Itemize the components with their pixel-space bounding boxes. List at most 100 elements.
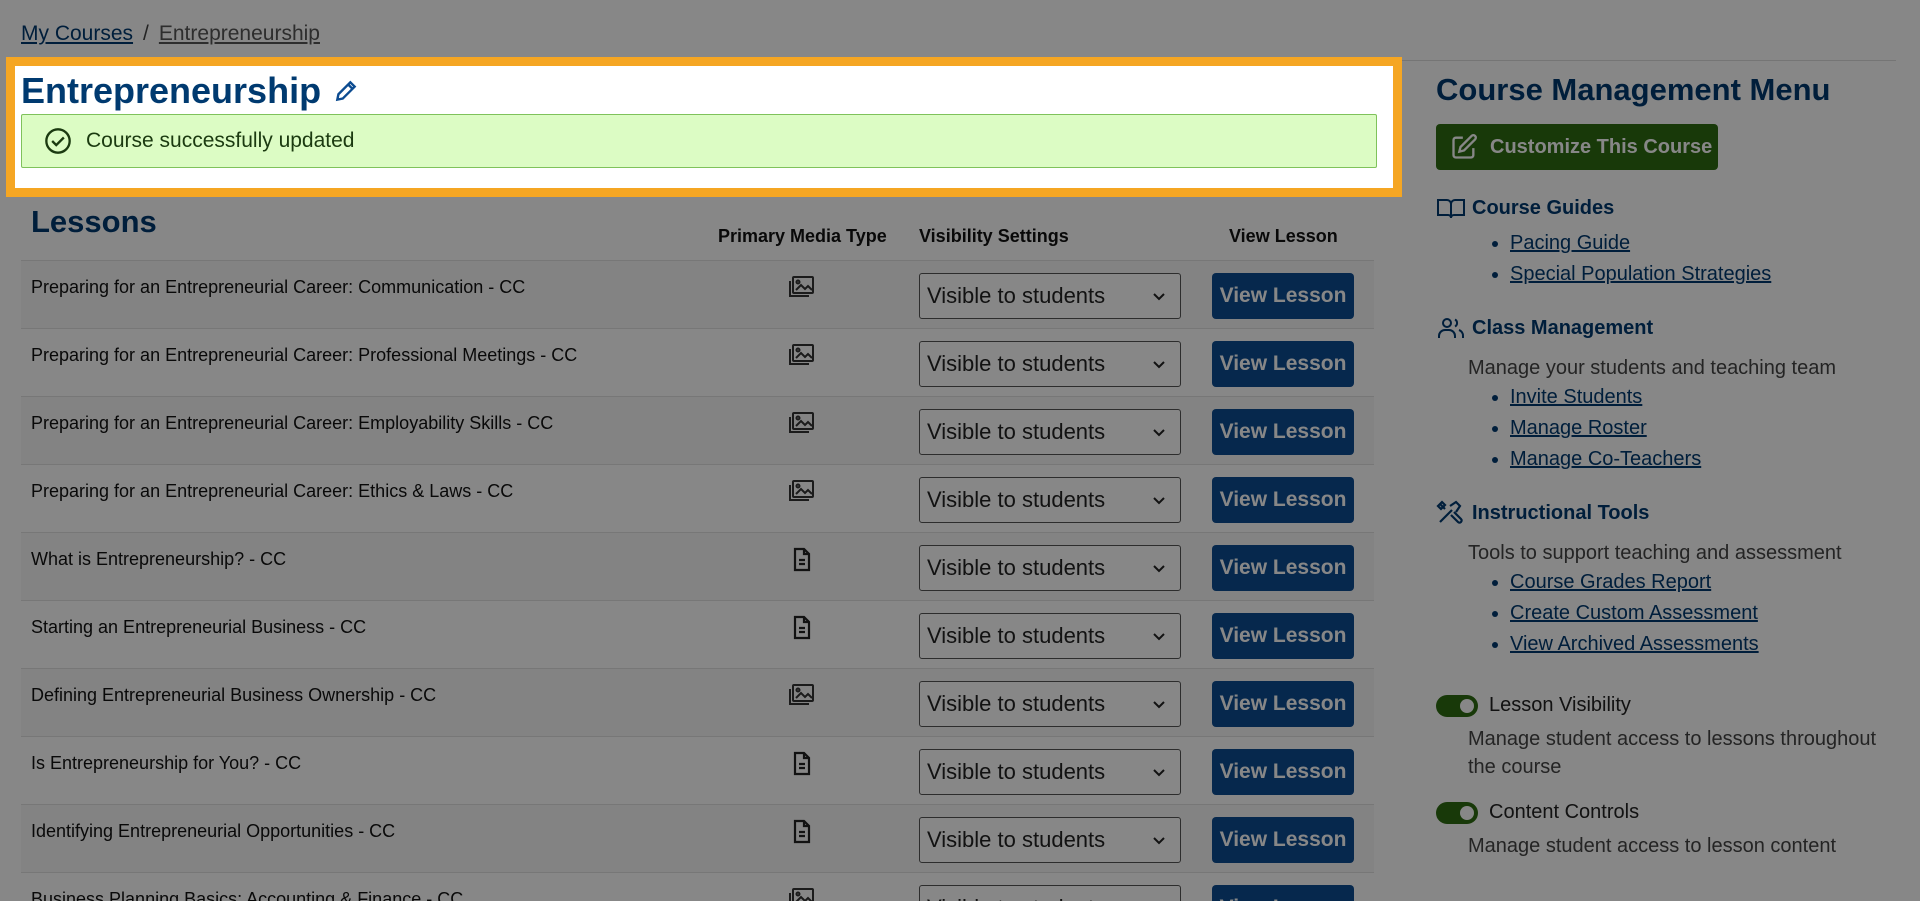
- slides-icon: [787, 343, 815, 369]
- open-book-icon: [1437, 199, 1465, 219]
- lesson-visibility-description: Manage student access to lessons through…: [1468, 728, 1877, 778]
- visibility-value: Visible to students: [927, 623, 1106, 648]
- content-controls-description: Manage student access to lesson content: [1468, 835, 1837, 857]
- lesson-row: What is Entrepreneurship? - CC Visible to…: [21, 532, 1374, 600]
- document-icon: [787, 819, 815, 845]
- lesson-row: Is Entrepreneurship for You? - CC Visible…: [21, 736, 1374, 804]
- slides-icon: [787, 887, 815, 901]
- check-circle-icon: [45, 128, 71, 154]
- view-lesson-button[interactable]: View Lesson: [1212, 885, 1354, 901]
- chevron-down-icon: [1153, 293, 1165, 301]
- lesson-row: Defining Entrepreneurial Business Owners…: [21, 668, 1374, 736]
- visibility-select[interactable]: Visible to students: [919, 681, 1181, 727]
- lesson-name: Starting an Entrepreneurial Business - C…: [31, 617, 367, 637]
- column-header-view: View Lesson: [1229, 226, 1338, 246]
- lesson-row: Business Planning Basics: Accounting & F…: [21, 872, 1374, 901]
- view-lesson-button[interactable]: View Lesson: [1212, 817, 1354, 863]
- lesson-name: What is Entrepreneurship? - CC: [31, 549, 287, 569]
- visibility-value: Visible to students: [927, 487, 1106, 512]
- edit-pencil-icon[interactable]: [333, 78, 359, 104]
- class-management-heading: Class Management: [1472, 316, 1654, 339]
- lesson-row: Preparing for an Entrepreneurial Career:…: [21, 328, 1374, 396]
- lesson-row: Identifying Entrepreneurial Opportunitie…: [21, 804, 1374, 872]
- chevron-down-icon: [1153, 361, 1165, 369]
- view-lesson-button[interactable]: View Lesson: [1212, 273, 1354, 319]
- chevron-down-icon: [1153, 565, 1165, 573]
- visibility-value: Visible to students: [927, 827, 1106, 852]
- lesson-visibility-toggle[interactable]: [1436, 694, 1478, 717]
- content-controls-section: Content Controls Manage student access t…: [1436, 801, 1906, 860]
- pacing-guide-link[interactable]: Pacing Guide: [1510, 232, 1630, 254]
- slides-icon: [787, 411, 815, 437]
- lesson-row: Starting an Entrepreneurial Business - C…: [21, 600, 1374, 668]
- view-lesson-button[interactable]: View Lesson: [1212, 681, 1354, 727]
- lesson-name: Identifying Entrepreneurial Opportunitie…: [31, 821, 396, 841]
- visibility-select[interactable]: Visible to students: [919, 885, 1181, 901]
- users-icon: [1438, 318, 1464, 338]
- lesson-row: Preparing for an Entrepreneurial Career:…: [21, 396, 1374, 464]
- special-population-strategies-link[interactable]: Special Population Strategies: [1510, 263, 1771, 285]
- edit-square-icon: [1452, 134, 1477, 159]
- slides-icon: [787, 275, 815, 301]
- visibility-select[interactable]: Visible to students: [919, 613, 1181, 659]
- slides-icon: [787, 479, 815, 505]
- course-management-sidebar: Course Management Menu Customize This Co…: [1436, 72, 1906, 860]
- view-lesson-button[interactable]: View Lesson: [1212, 409, 1354, 455]
- visibility-value: Visible to students: [927, 759, 1106, 784]
- invite-students-link[interactable]: Invite Students: [1510, 386, 1642, 408]
- content-controls-toggle[interactable]: [1436, 801, 1478, 824]
- column-header-visibility: Visibility Settings: [919, 226, 1069, 246]
- manage-roster-link[interactable]: Manage Roster: [1510, 417, 1647, 439]
- visibility-select[interactable]: Visible to students: [919, 817, 1181, 863]
- view-lesson-button[interactable]: View Lesson: [1212, 545, 1354, 591]
- view-lesson-button[interactable]: View Lesson: [1212, 613, 1354, 659]
- visibility-select[interactable]: Visible to students: [919, 477, 1181, 523]
- visibility-select[interactable]: Visible to students: [919, 545, 1181, 591]
- chevron-down-icon: [1153, 429, 1165, 437]
- chevron-down-icon: [1153, 701, 1165, 709]
- visibility-select[interactable]: Visible to students: [919, 341, 1181, 387]
- instructional-tools-heading: Instructional Tools: [1472, 501, 1650, 524]
- lesson-row: Preparing for an Entrepreneurial Career:…: [21, 464, 1374, 532]
- page-title: Entrepreneurship: [21, 70, 322, 111]
- visibility-select[interactable]: Visible to students: [919, 749, 1181, 795]
- instructional-tools-section: Instructional Tools Tools to support tea…: [1436, 499, 1906, 660]
- view-lesson-button[interactable]: View Lesson: [1212, 477, 1354, 523]
- course-guides-heading: Course Guides: [1472, 196, 1615, 219]
- breadcrumb-current-link[interactable]: Entrepreneurship: [159, 22, 320, 45]
- breadcrumb-separator: /: [143, 22, 149, 45]
- visibility-value: Visible to students: [927, 691, 1106, 716]
- breadcrumb-my-courses-link[interactable]: My Courses: [21, 22, 133, 45]
- lesson-name: Is Entrepreneurship for You? - CC: [31, 753, 302, 773]
- visibility-value: Visible to students: [927, 555, 1106, 580]
- manage-co-teachers-link[interactable]: Manage Co-Teachers: [1510, 448, 1701, 470]
- class-management-description: Manage your students and teaching team: [1468, 357, 1837, 379]
- chevron-down-icon: [1153, 837, 1165, 845]
- lesson-name: Preparing for an Entrepreneurial Career:…: [31, 481, 514, 501]
- view-archived-assessments-link[interactable]: View Archived Assessments: [1510, 633, 1759, 655]
- instructional-tools-description: Tools to support teaching and assessment: [1468, 542, 1842, 564]
- chevron-down-icon: [1153, 769, 1165, 777]
- visibility-value: Visible to students: [927, 895, 1105, 901]
- view-lesson-button[interactable]: View Lesson: [1212, 341, 1354, 387]
- chevron-down-icon: [1153, 633, 1165, 641]
- lessons-heading: Lessons: [31, 204, 157, 239]
- lesson-name: Preparing for an Entrepreneurial Career:…: [31, 345, 578, 365]
- slides-icon: [787, 683, 815, 709]
- lesson-name: Business Planning Basics: Accounting & F…: [31, 889, 464, 901]
- course-grades-report-link[interactable]: Course Grades Report: [1510, 571, 1711, 593]
- create-custom-assessment-link[interactable]: Create Custom Assessment: [1510, 602, 1758, 624]
- lesson-name: Preparing for an Entrepreneurial Career:…: [31, 413, 554, 433]
- content-controls-label: Content Controls: [1489, 801, 1640, 823]
- class-management-section: Class Management Manage your students an…: [1436, 314, 1906, 475]
- visibility-select[interactable]: Visible to students: [919, 409, 1181, 455]
- tools-icon: [1436, 500, 1463, 524]
- customize-course-button[interactable]: Customize This Course: [1436, 124, 1718, 170]
- view-lesson-button[interactable]: View Lesson: [1212, 749, 1354, 795]
- course-guides-section: Course Guides Pacing Guide Special Popul…: [1436, 194, 1906, 290]
- success-alert: Course successfully updated: [21, 114, 1377, 168]
- visibility-select[interactable]: Visible to students: [919, 273, 1181, 319]
- visibility-value: Visible to students: [927, 351, 1106, 376]
- customize-course-label: Customize This Course: [1490, 135, 1713, 158]
- visibility-value: Visible to students: [927, 419, 1106, 444]
